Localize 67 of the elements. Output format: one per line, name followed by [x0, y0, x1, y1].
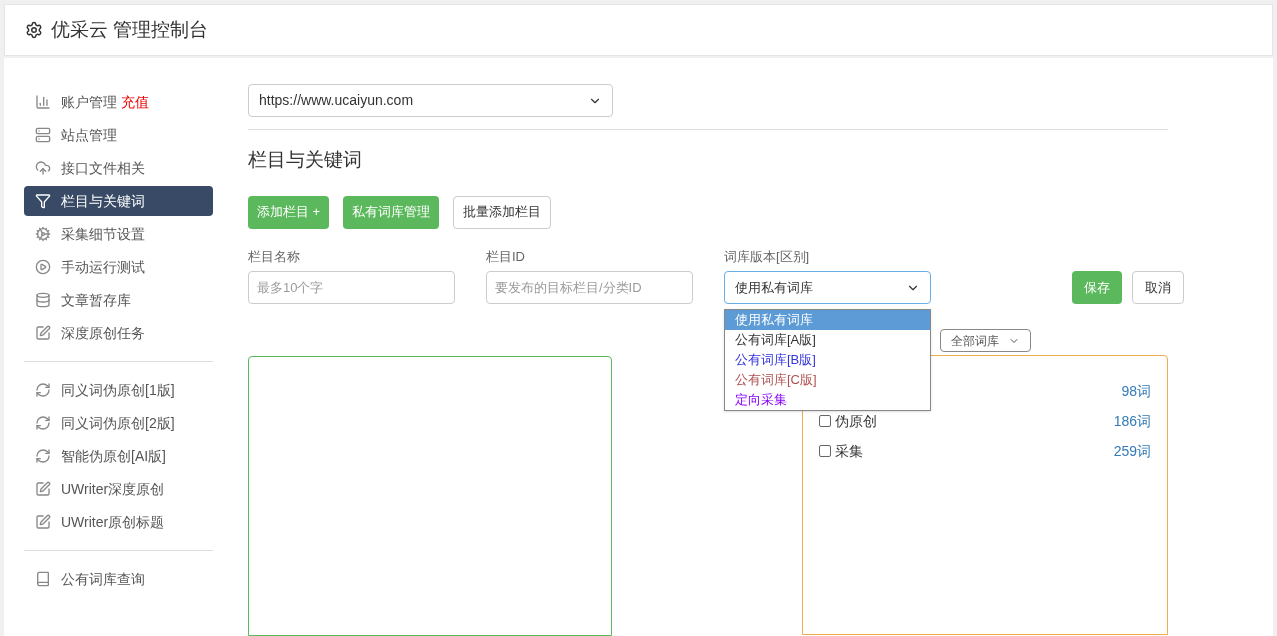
sidebar-label: 同义词伪原创[1版]	[61, 380, 175, 400]
refresh-icon	[35, 415, 51, 431]
library-filter-select[interactable]: 全部词库	[940, 329, 1031, 352]
field-label: 词库版本[区别]	[724, 247, 811, 266]
cloud-upload-icon	[35, 160, 51, 176]
refresh-icon	[35, 448, 51, 464]
gear-icon	[35, 226, 51, 242]
book-icon	[35, 571, 51, 587]
sidebar-item[interactable]: UWriter深度原创	[24, 474, 213, 504]
edit-icon	[35, 514, 51, 530]
sidebar-label: UWriter深度原创	[61, 479, 165, 499]
sidebar-label: 公有词库查询	[61, 569, 145, 589]
sidebar-item[interactable]: 账户管理 充值	[24, 87, 213, 117]
action-button[interactable]: 批量添加栏目	[453, 195, 552, 229]
sidebar-item[interactable]: 采集细节设置	[24, 219, 213, 249]
sidebar-label: 栏目与关键词	[61, 191, 145, 211]
word-count[interactable]: 98词	[1121, 380, 1151, 402]
field-label: 栏目ID	[486, 247, 526, 266]
section-title: 栏目与关键词	[248, 148, 362, 172]
sidebar-label: 深度原创任务	[61, 323, 145, 343]
play-icon	[35, 259, 51, 275]
sidebar-label: 智能伪原创[AI版]	[61, 446, 166, 466]
dropdown-option[interactable]: 定向采集	[725, 389, 930, 410]
bar-chart-icon	[35, 94, 51, 110]
sidebar-item[interactable]: 站点管理	[24, 120, 213, 150]
recharge-link[interactable]: 充值	[121, 91, 149, 113]
database-icon	[35, 292, 51, 308]
dropdown-option[interactable]: 公有词库[B版]	[725, 349, 930, 370]
library-name: 采集	[835, 441, 863, 461]
text-field[interactable]: 最多10个字	[248, 271, 455, 304]
library-select[interactable]: 使用私有词库	[724, 271, 931, 304]
sidebar-item[interactable]: UWriter原创标题	[24, 507, 213, 537]
refresh-icon	[35, 382, 51, 398]
edit-icon	[35, 481, 51, 497]
server-icon	[35, 127, 51, 143]
dropdown-option[interactable]: 公有词库[A版]	[725, 329, 930, 350]
sidebar-item[interactable]: 公有词库查询	[24, 564, 213, 594]
library-name: 伪原创	[835, 411, 877, 431]
sidebar-label: 站点管理	[61, 125, 117, 145]
edit-icon	[35, 325, 51, 341]
cancel-button[interactable]: 取消	[1132, 271, 1184, 304]
word-count[interactable]: 259词	[1113, 440, 1151, 462]
filter-icon	[35, 193, 51, 209]
sidebar-item[interactable]: 接口文件相关	[24, 153, 213, 183]
site-select[interactable]: https://www.ucaiyun.com	[248, 84, 613, 117]
sidebar-item[interactable]: 深度原创任务	[24, 318, 213, 348]
field-label: 栏目名称	[248, 247, 301, 266]
sidebar-label: 账户管理	[61, 92, 117, 112]
sidebar-label: 文章暂存库	[61, 290, 131, 310]
sidebar-item[interactable]: 手动运行测试	[24, 252, 213, 282]
checkbox[interactable]	[819, 445, 831, 457]
sidebar-label: 同义词伪原创[2版]	[61, 413, 175, 433]
sidebar-label: 采集细节设置	[61, 224, 145, 244]
sidebar-label: 接口文件相关	[61, 158, 145, 178]
sidebar-label: 手动运行测试	[61, 257, 145, 277]
sidebar-item[interactable]: 同义词伪原创[2版]	[24, 408, 213, 438]
word-count[interactable]: 186词	[1113, 410, 1151, 432]
sidebar-label: UWriter原创标题	[61, 512, 165, 532]
text-field[interactable]: 要发布的目标栏目/分类ID	[486, 271, 693, 304]
settings-icon	[25, 21, 43, 39]
sidebar-item[interactable]: 栏目与关键词	[24, 186, 213, 216]
sidebar-item[interactable]: 智能伪原创[AI版]	[24, 441, 213, 471]
sidebar-item[interactable]: 文章暂存库	[24, 285, 213, 315]
sidebar-item[interactable]: 同义词伪原创[1版]	[24, 375, 213, 405]
page-title: 优采云 管理控制台	[51, 17, 209, 42]
dropdown-option[interactable]: 公有词库[C版]	[725, 369, 930, 390]
checkbox[interactable]	[819, 415, 831, 427]
